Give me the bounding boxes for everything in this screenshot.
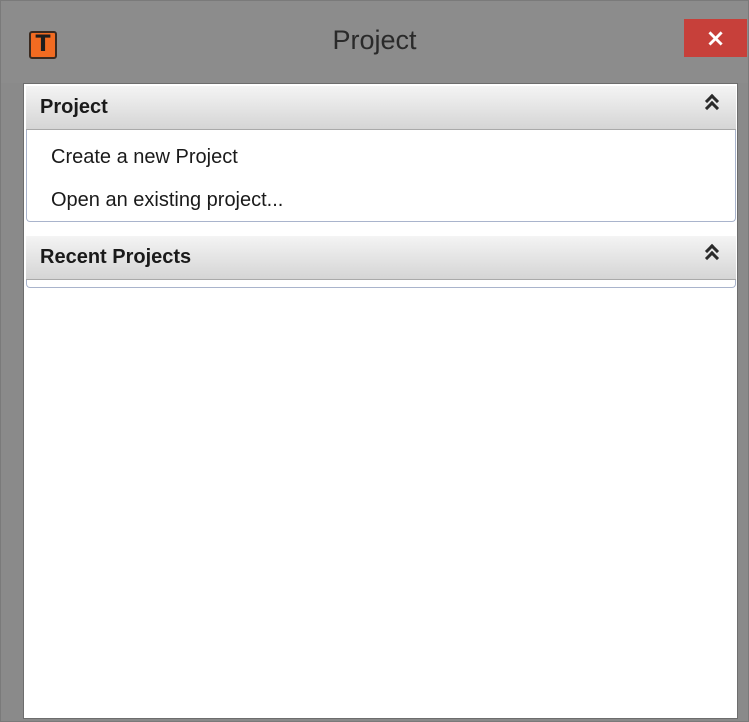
window-title: Project: [332, 25, 417, 55]
open-project-link[interactable]: Open an existing project...: [51, 189, 283, 212]
close-button[interactable]: ×: [684, 19, 747, 57]
project-window: T Project × Project Create a new Project…: [0, 0, 749, 722]
close-icon: ×: [705, 24, 726, 52]
section-header-project[interactable]: Project: [26, 86, 736, 130]
section-title-recent-projects: Recent Projects: [40, 246, 192, 268]
section-title-project: Project: [40, 96, 108, 118]
section-body-project: Create a new Project Open an existing pr…: [26, 130, 736, 222]
title-bar[interactable]: T Project ×: [1, 1, 748, 83]
double-chevron-up-icon[interactable]: [702, 243, 722, 268]
window-client-area: Project Create a new Project Open an exi…: [23, 83, 738, 719]
double-chevron-up-icon[interactable]: [702, 93, 722, 118]
section-body-recent-projects: [26, 280, 736, 288]
section-header-recent-projects[interactable]: Recent Projects: [26, 236, 736, 280]
create-project-link[interactable]: Create a new Project: [51, 146, 238, 169]
